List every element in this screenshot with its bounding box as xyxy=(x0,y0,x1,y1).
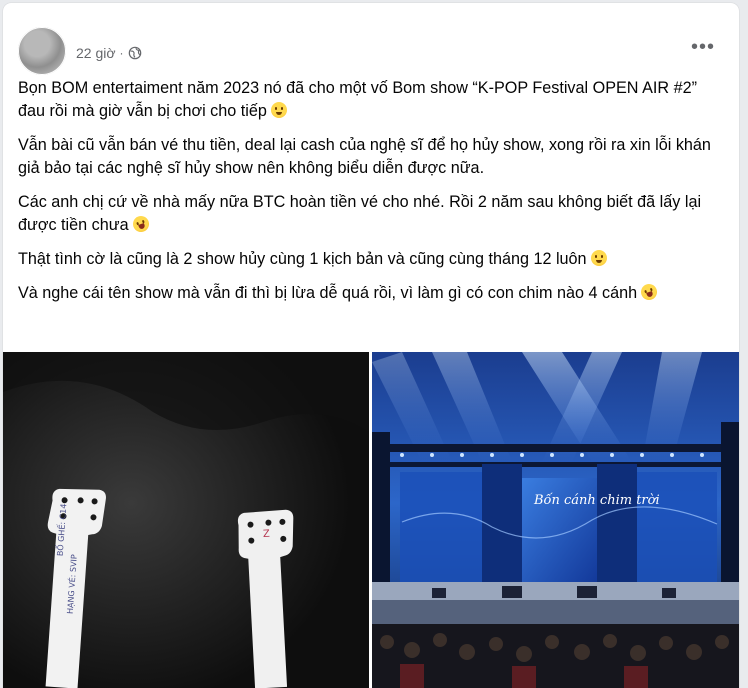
ticket-mark-text: Z xyxy=(263,529,271,540)
rolling-laughing-face-icon xyxy=(638,281,660,303)
rolling-laughing-face-icon xyxy=(130,213,151,235)
post-meta: 22 giờ · xyxy=(76,45,142,61)
photo-concert-stage[interactable]: Bốn cánh chim trời xyxy=(372,352,739,688)
concert-stage-image: Bốn cánh chim trời xyxy=(372,352,739,688)
flushed-face-icon xyxy=(590,250,607,266)
post-paragraph: Các anh chị cứ về nhà mấy nữa BTC hoàn t… xyxy=(18,193,702,235)
guitar-tickets-image: BỐ GHẾ: C14 HẠNG VÉ: SVIP Z xyxy=(3,352,369,688)
post-paragraph: Bọn BOM entertaiment năm 2023 nó đã cho … xyxy=(18,79,697,120)
post-body: Bọn BOM entertaiment năm 2023 nó đã cho … xyxy=(18,77,724,316)
post-paragraph: Và nghe cái tên show mà vẫn đi thì bị lừ… xyxy=(18,281,724,305)
globe-icon[interactable] xyxy=(128,46,142,60)
post-header: 22 giờ · ••• xyxy=(3,3,739,75)
meta-separator: · xyxy=(119,46,124,60)
post-paragraph: Vẫn bài cũ vẫn bán vé thu tiền, deal lại… xyxy=(18,136,711,177)
post-photos: BỐ GHẾ: C14 HẠNG VÉ: SVIP Z Bốn cánh chi… xyxy=(3,352,739,688)
post-card: 22 giờ · ••• Bọn BOM entertaiment năm 20… xyxy=(3,3,739,688)
more-options-icon[interactable]: ••• xyxy=(689,36,717,58)
photo-guitar-tickets[interactable]: BỐ GHẾ: C14 HẠNG VÉ: SVIP Z xyxy=(3,352,369,688)
post-time[interactable]: 22 giờ xyxy=(76,45,116,61)
banner-title: Bốn cánh chim trời xyxy=(533,492,660,508)
worried-face-icon xyxy=(270,102,287,118)
post-paragraph: Thật tình cờ là cũng là 2 show hủy cùng … xyxy=(18,248,724,271)
avatar[interactable] xyxy=(18,27,66,75)
